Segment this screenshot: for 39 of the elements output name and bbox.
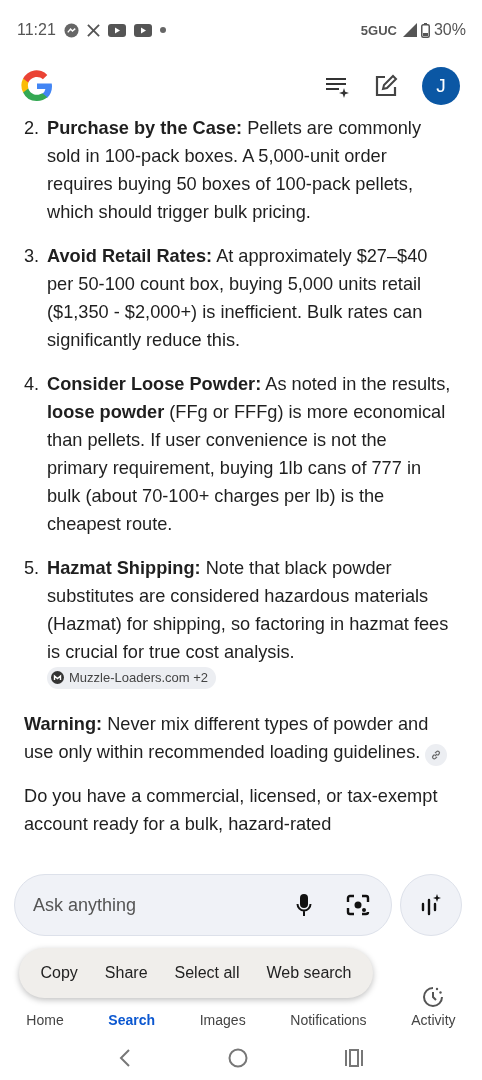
- google-logo-icon[interactable]: [19, 68, 55, 104]
- back-icon[interactable]: [118, 1048, 132, 1068]
- messenger-icon: [63, 22, 79, 38]
- menu-item[interactable]: Web search: [264, 960, 354, 986]
- battery-level: 30%: [433, 21, 466, 39]
- warning-text: Warning: Never mix different types of powder and use only within recommended loading guidelines.: [24, 710, 452, 766]
- camera-lens-icon[interactable]: [346, 894, 370, 916]
- video-play-icon: [107, 23, 126, 37]
- nav-tab[interactable]: Activity: [411, 986, 456, 1028]
- source-chip[interactable]: Muzzle-Loaders.com +2: [47, 666, 217, 689]
- network-type: 5GUC: [360, 22, 397, 38]
- list-number: 4.: [24, 373, 41, 396]
- signal-icon: [402, 23, 417, 37]
- list-item-text: Purchase by the Case: Pellets are commonly sold in 100-pack boxes. A 5,000-unit order requires buying 50 boxes of 100-pack pellets, which should trigger bulk pricing.: [47, 117, 422, 224]
- link-icon[interactable]: [425, 744, 448, 766]
- home-icon[interactable]: [228, 1048, 248, 1068]
- list-item-text: Hazmat Shipping: Note that black powder substitutes are considered hazardous materials (Hazmat) for shipping, so factoring in hazmat fees is crucial for true cost analysis. Muzzle-Loaders.com +2: [47, 554, 452, 694]
- menu-item[interactable]: Copy: [38, 960, 80, 986]
- edit-icon[interactable]: [374, 74, 398, 98]
- list-number: 5.: [24, 557, 41, 580]
- recent-apps-icon[interactable]: [344, 1049, 364, 1067]
- list-item-text: Avoid Retail Rates: At approximately $27–$40 per 50-100 count box, buying 5,000 units retail ($1,350 - $2,000+) is inefficient. Bulk rates can significantly reduce this.: [47, 245, 429, 352]
- battery-icon: [420, 22, 430, 38]
- avatar[interactable]: J: [422, 67, 460, 105]
- video-play-icon: [133, 23, 152, 37]
- history-icon: [422, 986, 445, 1008]
- list-number: 2.: [24, 117, 41, 140]
- sparkle-bars-icon: [421, 894, 441, 916]
- ask-field[interactable]: Ask anything: [14, 874, 392, 936]
- microphone-icon[interactable]: [296, 893, 312, 917]
- list-number: 3.: [24, 245, 41, 268]
- dot-icon: [159, 27, 166, 33]
- question-text: Do you have a commercial, licensed, or tax-exempt account ready for a bulk, hazard-rated: [24, 785, 439, 836]
- list-item-text: Consider Loose Powder: As noted in the results, loose powder (FFg or FFFg) is more economical than pellets. If user convenience is not the primary requirement, buying 1lb cans of 777 in bulk (about 70-100+ charges per lb) is the cheapest route.: [47, 373, 452, 536]
- menu-item[interactable]: Share: [102, 960, 150, 986]
- menu-item[interactable]: Select all: [172, 960, 242, 986]
- status-time: 11:21: [17, 21, 56, 39]
- site-logo-icon: [51, 671, 64, 684]
- x-icon: [86, 23, 100, 37]
